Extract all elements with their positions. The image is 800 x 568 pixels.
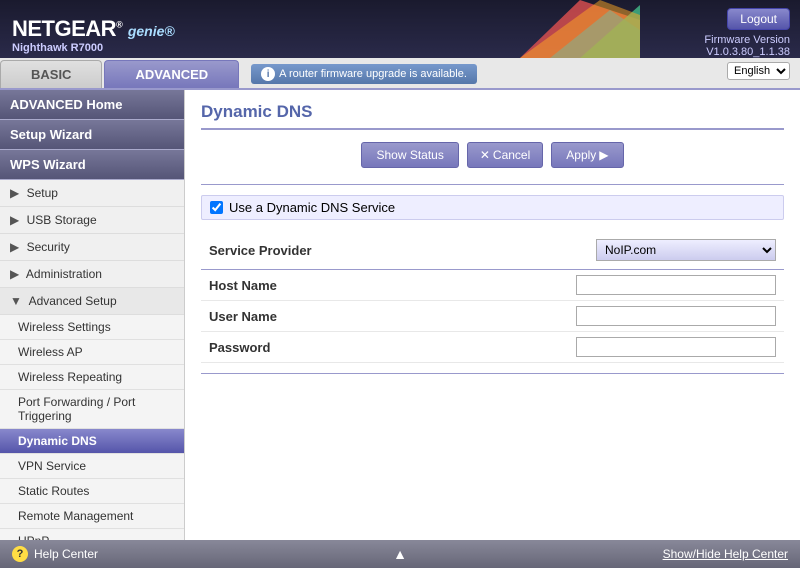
password-input[interactable]	[576, 337, 776, 357]
sidebar-item-port-forwarding[interactable]: Port Forwarding / Port Triggering	[0, 390, 184, 429]
form-divider-bottom	[201, 373, 784, 374]
tab-basic[interactable]: BASIC	[0, 60, 102, 88]
service-provider-label: Service Provider	[201, 234, 361, 270]
arrow-icon: ▶	[10, 186, 19, 200]
logo-netgear: NETGEAR®	[12, 16, 128, 41]
arrow-icon: ▶	[10, 240, 19, 254]
form-table: Service Provider NoIP.com Host Name User…	[201, 234, 784, 363]
sidebar-item-wireless-settings[interactable]: Wireless Settings	[0, 315, 184, 340]
sidebar-administration[interactable]: ▶ Administration	[0, 261, 184, 288]
user-name-label: User Name	[201, 301, 361, 332]
info-icon: i	[261, 67, 275, 81]
sidebar-item-wireless-repeating[interactable]: Wireless Repeating	[0, 365, 184, 390]
apply-arrow-icon: ▶	[599, 148, 608, 162]
show-hide-help-button[interactable]: Show/Hide Help Center	[663, 547, 788, 561]
use-ddns-row: Use a Dynamic DNS Service	[201, 195, 784, 220]
host-name-label: Host Name	[201, 270, 361, 301]
arrow-down-icon: ▼	[10, 294, 22, 308]
password-label: Password	[201, 332, 361, 363]
device-name: Nighthawk R7000	[12, 42, 103, 54]
sidebar-item-wireless-ap[interactable]: Wireless AP	[0, 340, 184, 365]
password-value-cell	[361, 332, 784, 363]
header-right: Logout Firmware Version V1.0.3.80_1.1.38…	[704, 8, 790, 80]
service-provider-value-cell: NoIP.com	[361, 234, 784, 270]
sidebar-wps-wizard[interactable]: WPS Wizard	[0, 150, 184, 180]
service-provider-select[interactable]: NoIP.com	[596, 239, 776, 261]
sidebar-setup-wizard[interactable]: Setup Wizard	[0, 120, 184, 150]
form-divider-top	[201, 184, 784, 185]
use-ddns-checkbox[interactable]	[210, 201, 223, 214]
sidebar-security[interactable]: ▶ Security	[0, 234, 184, 261]
language-select[interactable]: English	[727, 62, 790, 80]
cancel-button[interactable]: ✕ Cancel	[467, 142, 543, 168]
header: NETGEAR® genie® Nighthawk R7000 Logout F…	[0, 0, 800, 58]
host-name-row: Host Name	[201, 270, 784, 301]
show-status-button[interactable]: Show Status	[361, 142, 458, 168]
sidebar-setup[interactable]: ▶ Setup	[0, 180, 184, 207]
user-name-input[interactable]	[576, 306, 776, 326]
help-icon: ?	[12, 546, 28, 562]
firmware-notice: i A router firmware upgrade is available…	[251, 64, 477, 84]
host-name-input[interactable]	[576, 275, 776, 295]
page-title: Dynamic DNS	[201, 102, 784, 130]
sidebar-item-dynamic-dns[interactable]: Dynamic DNS	[0, 429, 184, 454]
sidebar-usb-storage[interactable]: ▶ USB Storage	[0, 207, 184, 234]
apply-button[interactable]: Apply ▶	[551, 142, 623, 168]
user-name-value-cell	[361, 301, 784, 332]
firmware-info: Firmware Version V1.0.3.80_1.1.38	[704, 34, 790, 58]
sidebar-item-upnp[interactable]: UPnP	[0, 529, 184, 540]
logo: NETGEAR® genie®	[12, 18, 175, 40]
user-name-row: User Name	[201, 301, 784, 332]
arrow-icon: ▶	[10, 213, 19, 227]
tab-advanced[interactable]: ADVANCED	[104, 60, 239, 88]
service-provider-row: Service Provider NoIP.com	[201, 234, 784, 270]
main-layout: ADVANCED Home Setup Wizard WPS Wizard ▶ …	[0, 90, 800, 540]
sidebar: ADVANCED Home Setup Wizard WPS Wizard ▶ …	[0, 90, 185, 540]
sidebar-advanced-setup[interactable]: ▼ Advanced Setup	[0, 288, 184, 315]
password-row: Password	[201, 332, 784, 363]
sidebar-item-remote-management[interactable]: Remote Management	[0, 504, 184, 529]
arrow-icon: ▶	[10, 267, 19, 281]
sidebar-item-static-routes[interactable]: Static Routes	[0, 479, 184, 504]
help-center-label: Help Center	[34, 547, 98, 561]
sidebar-advanced-home[interactable]: ADVANCED Home	[0, 90, 184, 120]
use-ddns-label: Use a Dynamic DNS Service	[229, 200, 395, 215]
footer: ? Help Center ▲ Show/Hide Help Center	[0, 540, 800, 568]
footer-left: ? Help Center	[12, 546, 98, 562]
logo-area: NETGEAR® genie® Nighthawk R7000	[12, 18, 175, 40]
cancel-x-icon: ✕	[480, 148, 490, 162]
toolbar: Show Status ✕ Cancel Apply ▶	[201, 142, 784, 168]
footer-arrow-icon: ▲	[393, 546, 407, 562]
logout-button[interactable]: Logout	[727, 8, 790, 30]
content-area: Dynamic DNS Show Status ✕ Cancel Apply ▶…	[185, 90, 800, 540]
host-name-value-cell	[361, 270, 784, 301]
logo-genie: genie®	[128, 23, 175, 39]
sidebar-item-vpn-service[interactable]: VPN Service	[0, 454, 184, 479]
logo-decoration	[520, 0, 640, 58]
nav-tabs: BASIC ADVANCED i A router firmware upgra…	[0, 58, 800, 90]
